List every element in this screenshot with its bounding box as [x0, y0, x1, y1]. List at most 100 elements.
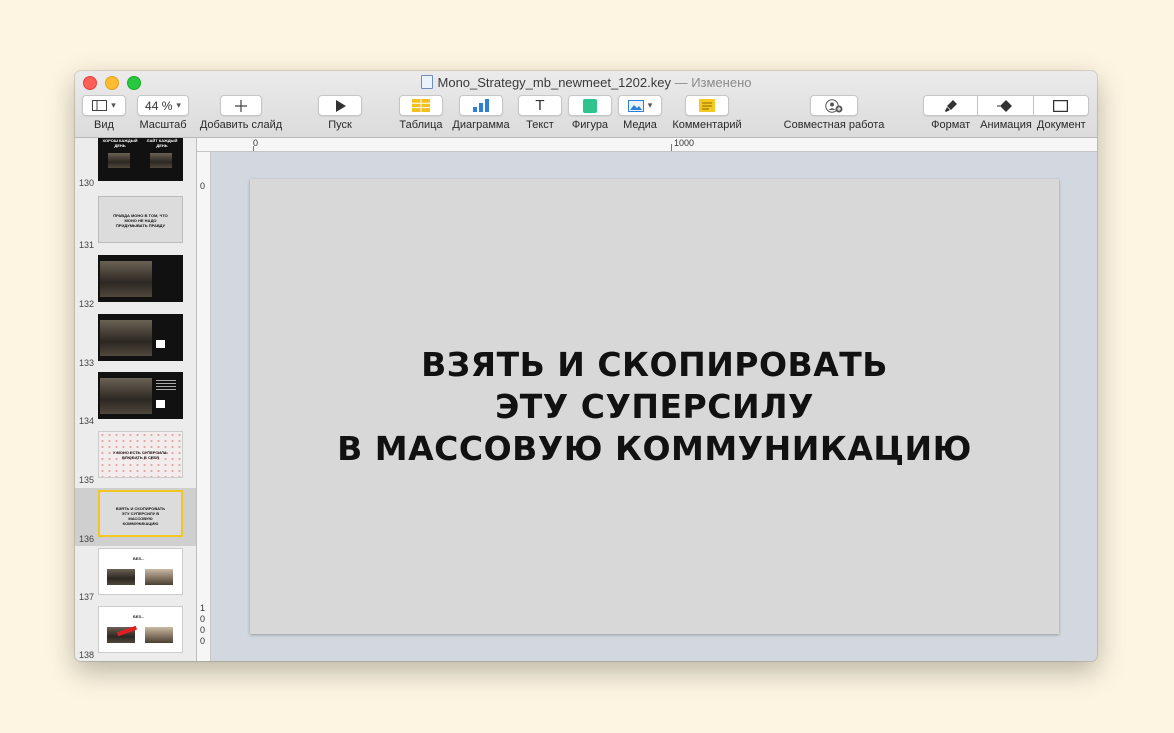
slide-preview: БЕЗ...: [98, 548, 183, 595]
media-button[interactable]: ▾: [618, 95, 662, 116]
ruler-tick: [671, 144, 672, 151]
play-tool[interactable]: Пуск: [318, 95, 362, 131]
slide-sticker: [156, 340, 165, 348]
inspector-tools: Формат Анимация Документ: [923, 95, 1089, 131]
collaborate-tool[interactable]: Совместная работа: [781, 95, 887, 131]
slide-thumbnail-132[interactable]: 132: [75, 253, 196, 311]
slide-thumbnail-133[interactable]: 133: [75, 312, 196, 370]
square-shape-icon: [583, 98, 597, 113]
slide-photo: [145, 569, 173, 585]
view-button[interactable]: ▾: [82, 95, 126, 116]
slide-preview: У МОНО ЕСТЬ СУПЕРСИЛА: ВЛЮБИТЬ В СЕБЯ: [98, 431, 183, 478]
shape-tool[interactable]: Фигура: [567, 95, 613, 131]
slide-preview: БЕЗ...: [98, 606, 183, 653]
collaborate-button[interactable]: [810, 95, 858, 116]
slide-preview: ПРАВДА МОНО В ТОМ, ЧТО МОНО НЕ НАДО ПРИД…: [98, 196, 183, 243]
text-button[interactable]: T: [518, 95, 562, 116]
slide-preview-text-right: ЛАЙТ КАЖДЫЙ ДЕНЬ: [146, 138, 178, 148]
slide-number: 138: [79, 650, 95, 660]
slide-photo: [145, 627, 173, 643]
slide-canvas[interactable]: ВЗЯТЬ И СКОПИРОВАТЬ ЭТУ СУПЕРСИЛУ В МАСС…: [211, 152, 1097, 661]
table-button[interactable]: [399, 95, 443, 116]
comment-button[interactable]: [685, 95, 729, 116]
collaborate-person-icon: [825, 98, 843, 113]
slide-photo: [108, 153, 130, 168]
slide-title-line-3: В МАССОВУЮ КОММУНИКАЦИЮ: [337, 428, 972, 468]
chevron-down-icon: ▾: [176, 100, 181, 110]
zoom-tool[interactable]: 44 % ▾ Масштаб: [137, 95, 189, 131]
slide-title-text[interactable]: ВЗЯТЬ И СКОПИРОВАТЬ ЭТУ СУПЕРСИЛУ В МАСС…: [337, 344, 972, 470]
zoom-label: Масштаб: [139, 119, 187, 131]
chevron-down-icon: ▾: [647, 100, 653, 110]
slide-preview: ХОРОШ КАЖДЫЙ ДЕНЬ ЛАЙТ КАЖДЫЙ ДЕНЬ: [98, 138, 183, 181]
window-title: Mono_Strategy_mb_newmeet_1202.key — Изме…: [75, 75, 1097, 90]
play-button[interactable]: [318, 95, 362, 116]
current-slide[interactable]: ВЗЯТЬ И СКОПИРОВАТЬ ЭТУ СУПЕРСИЛУ В МАСС…: [250, 179, 1059, 634]
slide-number: 131: [79, 240, 95, 250]
document-button[interactable]: [1033, 95, 1089, 116]
animate-button[interactable]: [978, 95, 1034, 116]
slide-thumbnail-136[interactable]: ВЗЯТЬ И СКОПИРОВАТЬ ЭТУ СУПЕРСИЛУ В МАСС…: [75, 488, 196, 546]
zoom-value: 44 %: [145, 98, 173, 113]
table-label: Таблица: [399, 119, 443, 131]
slide-number: 137: [79, 592, 95, 602]
slide-photo: [100, 378, 152, 414]
horizontal-ruler[interactable]: 0 1000: [197, 138, 1097, 152]
slide-thumbnail-137[interactable]: БЕЗ... 137: [75, 546, 196, 604]
add-slide-tool[interactable]: Добавить слайд: [199, 95, 283, 131]
view-tool[interactable]: ▾ Вид: [82, 95, 126, 131]
modified-status: — Изменено: [674, 75, 752, 90]
ruler-mark-0: 0: [200, 181, 206, 191]
ruler-tick: [253, 146, 254, 151]
media-label: Медиа: [623, 119, 657, 131]
slide-preview: [98, 372, 183, 419]
slide-thumbnail-135[interactable]: У МОНО ЕСТЬ СУПЕРСИЛА: ВЛЮБИТЬ В СЕБЯ 13…: [75, 429, 196, 487]
sidebar-icon: [92, 100, 108, 111]
text-tool[interactable]: T Текст: [518, 95, 562, 131]
format-button[interactable]: [923, 95, 979, 116]
table-tool[interactable]: Таблица: [398, 95, 444, 131]
slide-title-line-1: ВЗЯТЬ И СКОПИРОВАТЬ: [421, 344, 888, 384]
chevron-down-icon: ▾: [111, 100, 116, 110]
text-label: Текст: [526, 119, 554, 131]
slide-thumbnail-131[interactable]: ПРАВДА МОНО В ТОМ, ЧТО МОНО НЕ НАДО ПРИД…: [75, 194, 196, 252]
slide-navigator[interactable]: ХОРОШ КАЖДЫЙ ДЕНЬ ЛАЙТ КАЖДЫЙ ДЕНЬ 130 П…: [75, 138, 197, 661]
slide-thumbnail-134[interactable]: 134: [75, 370, 196, 428]
view-label: Вид: [94, 119, 114, 131]
slide-preview-text-left: ХОРОШ КАЖДЫЙ ДЕНЬ: [102, 138, 138, 148]
play-label: Пуск: [328, 119, 352, 131]
document-label: Документ: [1036, 119, 1086, 131]
zoom-select[interactable]: 44 % ▾: [137, 95, 189, 116]
animate-diamond-icon: [996, 99, 1012, 112]
add-slide-button[interactable]: [220, 95, 262, 116]
vertical-ruler[interactable]: 0 1 0 0 0: [197, 152, 211, 661]
media-tool[interactable]: ▾ Медиа: [618, 95, 662, 131]
slide-preview-selected: ВЗЯТЬ И СКОПИРОВАТЬ ЭТУ СУПЕРСИЛУ В МАСС…: [98, 490, 183, 537]
slide-photo: [150, 153, 172, 168]
collaborate-label: Совместная работа: [783, 119, 885, 131]
shape-label: Фигура: [571, 119, 609, 131]
image-icon: [627, 99, 644, 112]
slide-photo: [100, 320, 152, 356]
slide-preview: [98, 314, 183, 361]
chart-tool[interactable]: Диаграмма: [451, 95, 511, 131]
chart-label: Диаграмма: [452, 119, 510, 131]
slide-sticker: [156, 400, 165, 408]
slide-preview-text: У МОНО ЕСТЬ СУПЕРСИЛА: ВЛЮБИТЬ В СЕБЯ: [112, 450, 169, 460]
slide-preview-text: ПРАВДА МОНО В ТОМ, ЧТО МОНО НЕ НАДО ПРИД…: [113, 213, 168, 228]
ruler-mark-1000: 1000: [674, 138, 695, 148]
inspector-button-group: [923, 95, 1089, 116]
slide-number: 133: [79, 358, 95, 368]
ruler-mark-1000: 1 0 0 0: [200, 603, 206, 646]
animate-label: Анимация: [980, 119, 1032, 131]
comment-icon: [699, 99, 715, 112]
shape-button[interactable]: [568, 95, 612, 116]
table-icon: [412, 99, 430, 112]
chart-button[interactable]: [459, 95, 503, 116]
slide-thumbnail-138[interactable]: БЕЗ... 138: [75, 604, 196, 661]
slide-number: 132: [79, 299, 95, 309]
comment-tool[interactable]: Комментарий: [669, 95, 745, 131]
slide-thumbnail-130[interactable]: ХОРОШ КАЖДЫЙ ДЕНЬ ЛАЙТ КАЖДЫЙ ДЕНЬ 130: [75, 138, 196, 190]
plus-icon: [235, 99, 247, 112]
slide-text-lines: [156, 380, 176, 381]
